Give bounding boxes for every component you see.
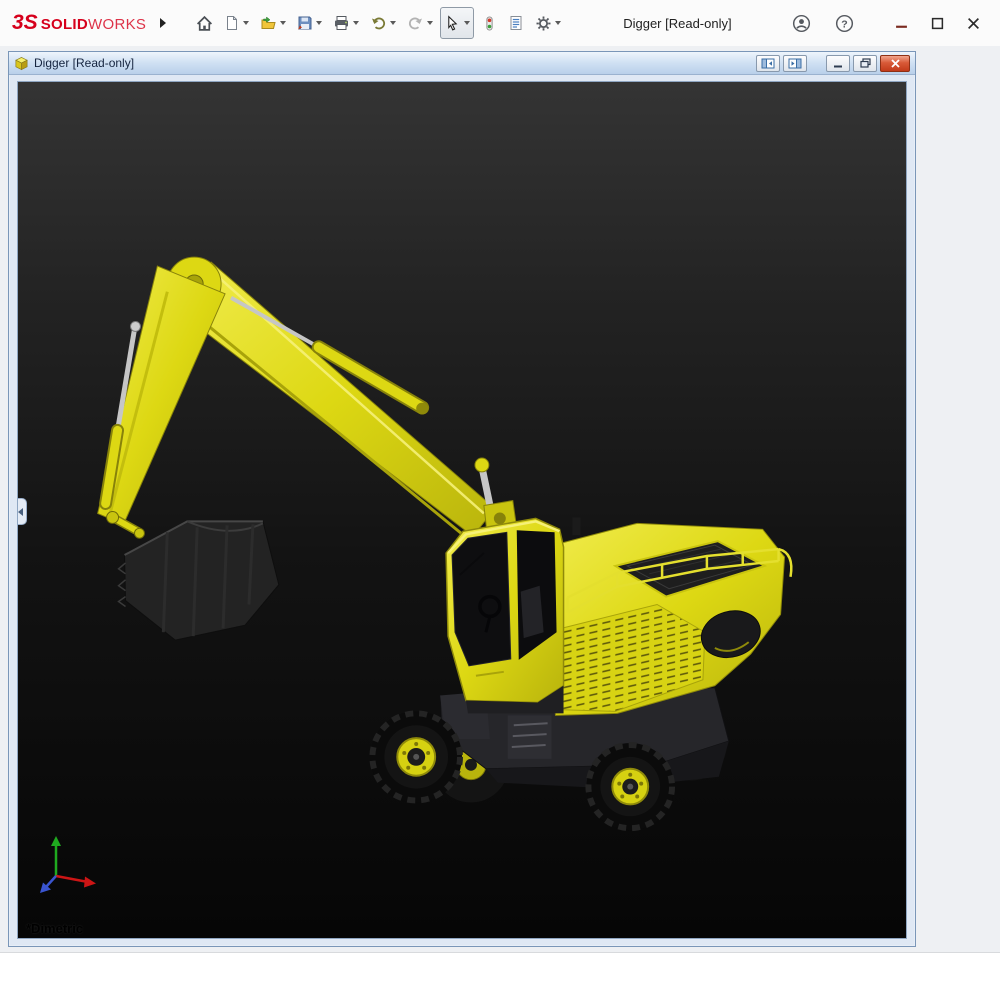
redo-button[interactable] [403, 7, 437, 39]
z-axis-arrow[interactable] [46, 876, 56, 887]
redo-icon [407, 15, 424, 31]
document-close-icon [890, 58, 901, 69]
logo-works-text: WORKS [88, 16, 146, 33]
document-minimize-button[interactable] [826, 55, 850, 72]
bucket[interactable] [119, 521, 279, 640]
document-restore-button[interactable] [853, 55, 877, 72]
close-button[interactable] [958, 9, 988, 37]
help-glyph: ? [841, 18, 847, 30]
undo-icon [370, 15, 387, 31]
open-folder-icon [260, 15, 277, 31]
home-button[interactable] [192, 7, 217, 39]
document-properties-icon [508, 15, 524, 31]
close-icon [967, 17, 980, 30]
options-button[interactable] [531, 7, 565, 39]
excavator-model[interactable] [18, 82, 906, 938]
pane-next-button[interactable] [783, 55, 807, 72]
main-toolbar [192, 7, 565, 39]
help-button[interactable]: ? [829, 9, 859, 37]
options-dropdown-caret[interactable] [555, 21, 561, 25]
maximize-button[interactable] [922, 9, 952, 37]
login-button[interactable] [786, 9, 816, 37]
open-dropdown-caret[interactable] [280, 21, 286, 25]
rear-near-wheel[interactable] [586, 743, 674, 830]
help-icon: ? [835, 14, 854, 33]
x-axis-arrow[interactable] [56, 876, 88, 882]
front-near-wheel[interactable] [370, 711, 462, 802]
client-area: Digger [Read-only] [0, 46, 1000, 952]
pane-previous-button[interactable] [756, 55, 780, 72]
document-minimize-icon [833, 59, 843, 68]
document-window-buttons [756, 55, 910, 72]
document-close-button[interactable] [880, 55, 910, 72]
print-button[interactable] [329, 7, 363, 39]
print-dropdown-caret[interactable] [353, 21, 359, 25]
save-dropdown-caret[interactable] [316, 21, 322, 25]
document-window-title: Digger [Read-only] [34, 56, 134, 70]
document-restore-icon [860, 58, 871, 68]
window-controls [886, 9, 988, 37]
home-icon [196, 15, 213, 32]
select-dropdown-caret[interactable] [464, 21, 470, 25]
new-document-dropdown-caret[interactable] [243, 21, 249, 25]
solidworks-logo[interactable]: 3S SOLID WORKS [12, 11, 146, 35]
maximize-icon [931, 17, 944, 30]
document-window-titlebar[interactable]: Digger [Read-only] [9, 52, 915, 75]
titlebar-right-controls: ? [786, 9, 988, 37]
user-account-icon [792, 14, 811, 33]
select-cursor-icon [444, 15, 461, 32]
boom-arm[interactable] [98, 257, 495, 538]
save-icon [297, 15, 313, 31]
print-icon [333, 15, 350, 31]
orientation-triad[interactable] [34, 832, 104, 902]
save-button[interactable] [293, 7, 326, 39]
open-button[interactable] [256, 7, 290, 39]
undo-dropdown-caret[interactable] [390, 21, 396, 25]
pane-left-icon [761, 58, 775, 69]
minimize-button[interactable] [886, 9, 916, 37]
part-document-icon [14, 56, 29, 71]
redo-dropdown-caret[interactable] [427, 21, 433, 25]
new-document-button[interactable] [220, 7, 253, 39]
logo-solid-text: SOLID [41, 16, 88, 33]
logo-flyout-arrow-icon[interactable] [160, 18, 166, 28]
status-bar [0, 952, 1000, 1000]
new-document-icon [224, 15, 240, 31]
app-titlebar: 3S SOLID WORKS [0, 0, 1000, 46]
gear-icon [535, 15, 552, 32]
pane-right-icon [788, 58, 802, 69]
feature-manager-collapse-tab[interactable] [17, 498, 27, 525]
document-window: Digger [Read-only] [8, 51, 916, 947]
undo-button[interactable] [366, 7, 400, 39]
collapse-arrow-icon [18, 508, 23, 516]
select-tool-button[interactable] [440, 7, 474, 39]
view-orientation-label: *Dimetric [26, 921, 83, 936]
minimize-icon [895, 17, 908, 30]
logo-3s-mark: 3S [12, 11, 38, 35]
active-document-title: Digger [Read-only] [623, 16, 731, 31]
traffic-light-icon [482, 15, 497, 32]
display-settings-button[interactable] [477, 7, 501, 39]
graphics-viewport[interactable]: *Dimetric [17, 81, 907, 939]
document-properties-button[interactable] [504, 7, 528, 39]
cab[interactable] [446, 518, 563, 713]
